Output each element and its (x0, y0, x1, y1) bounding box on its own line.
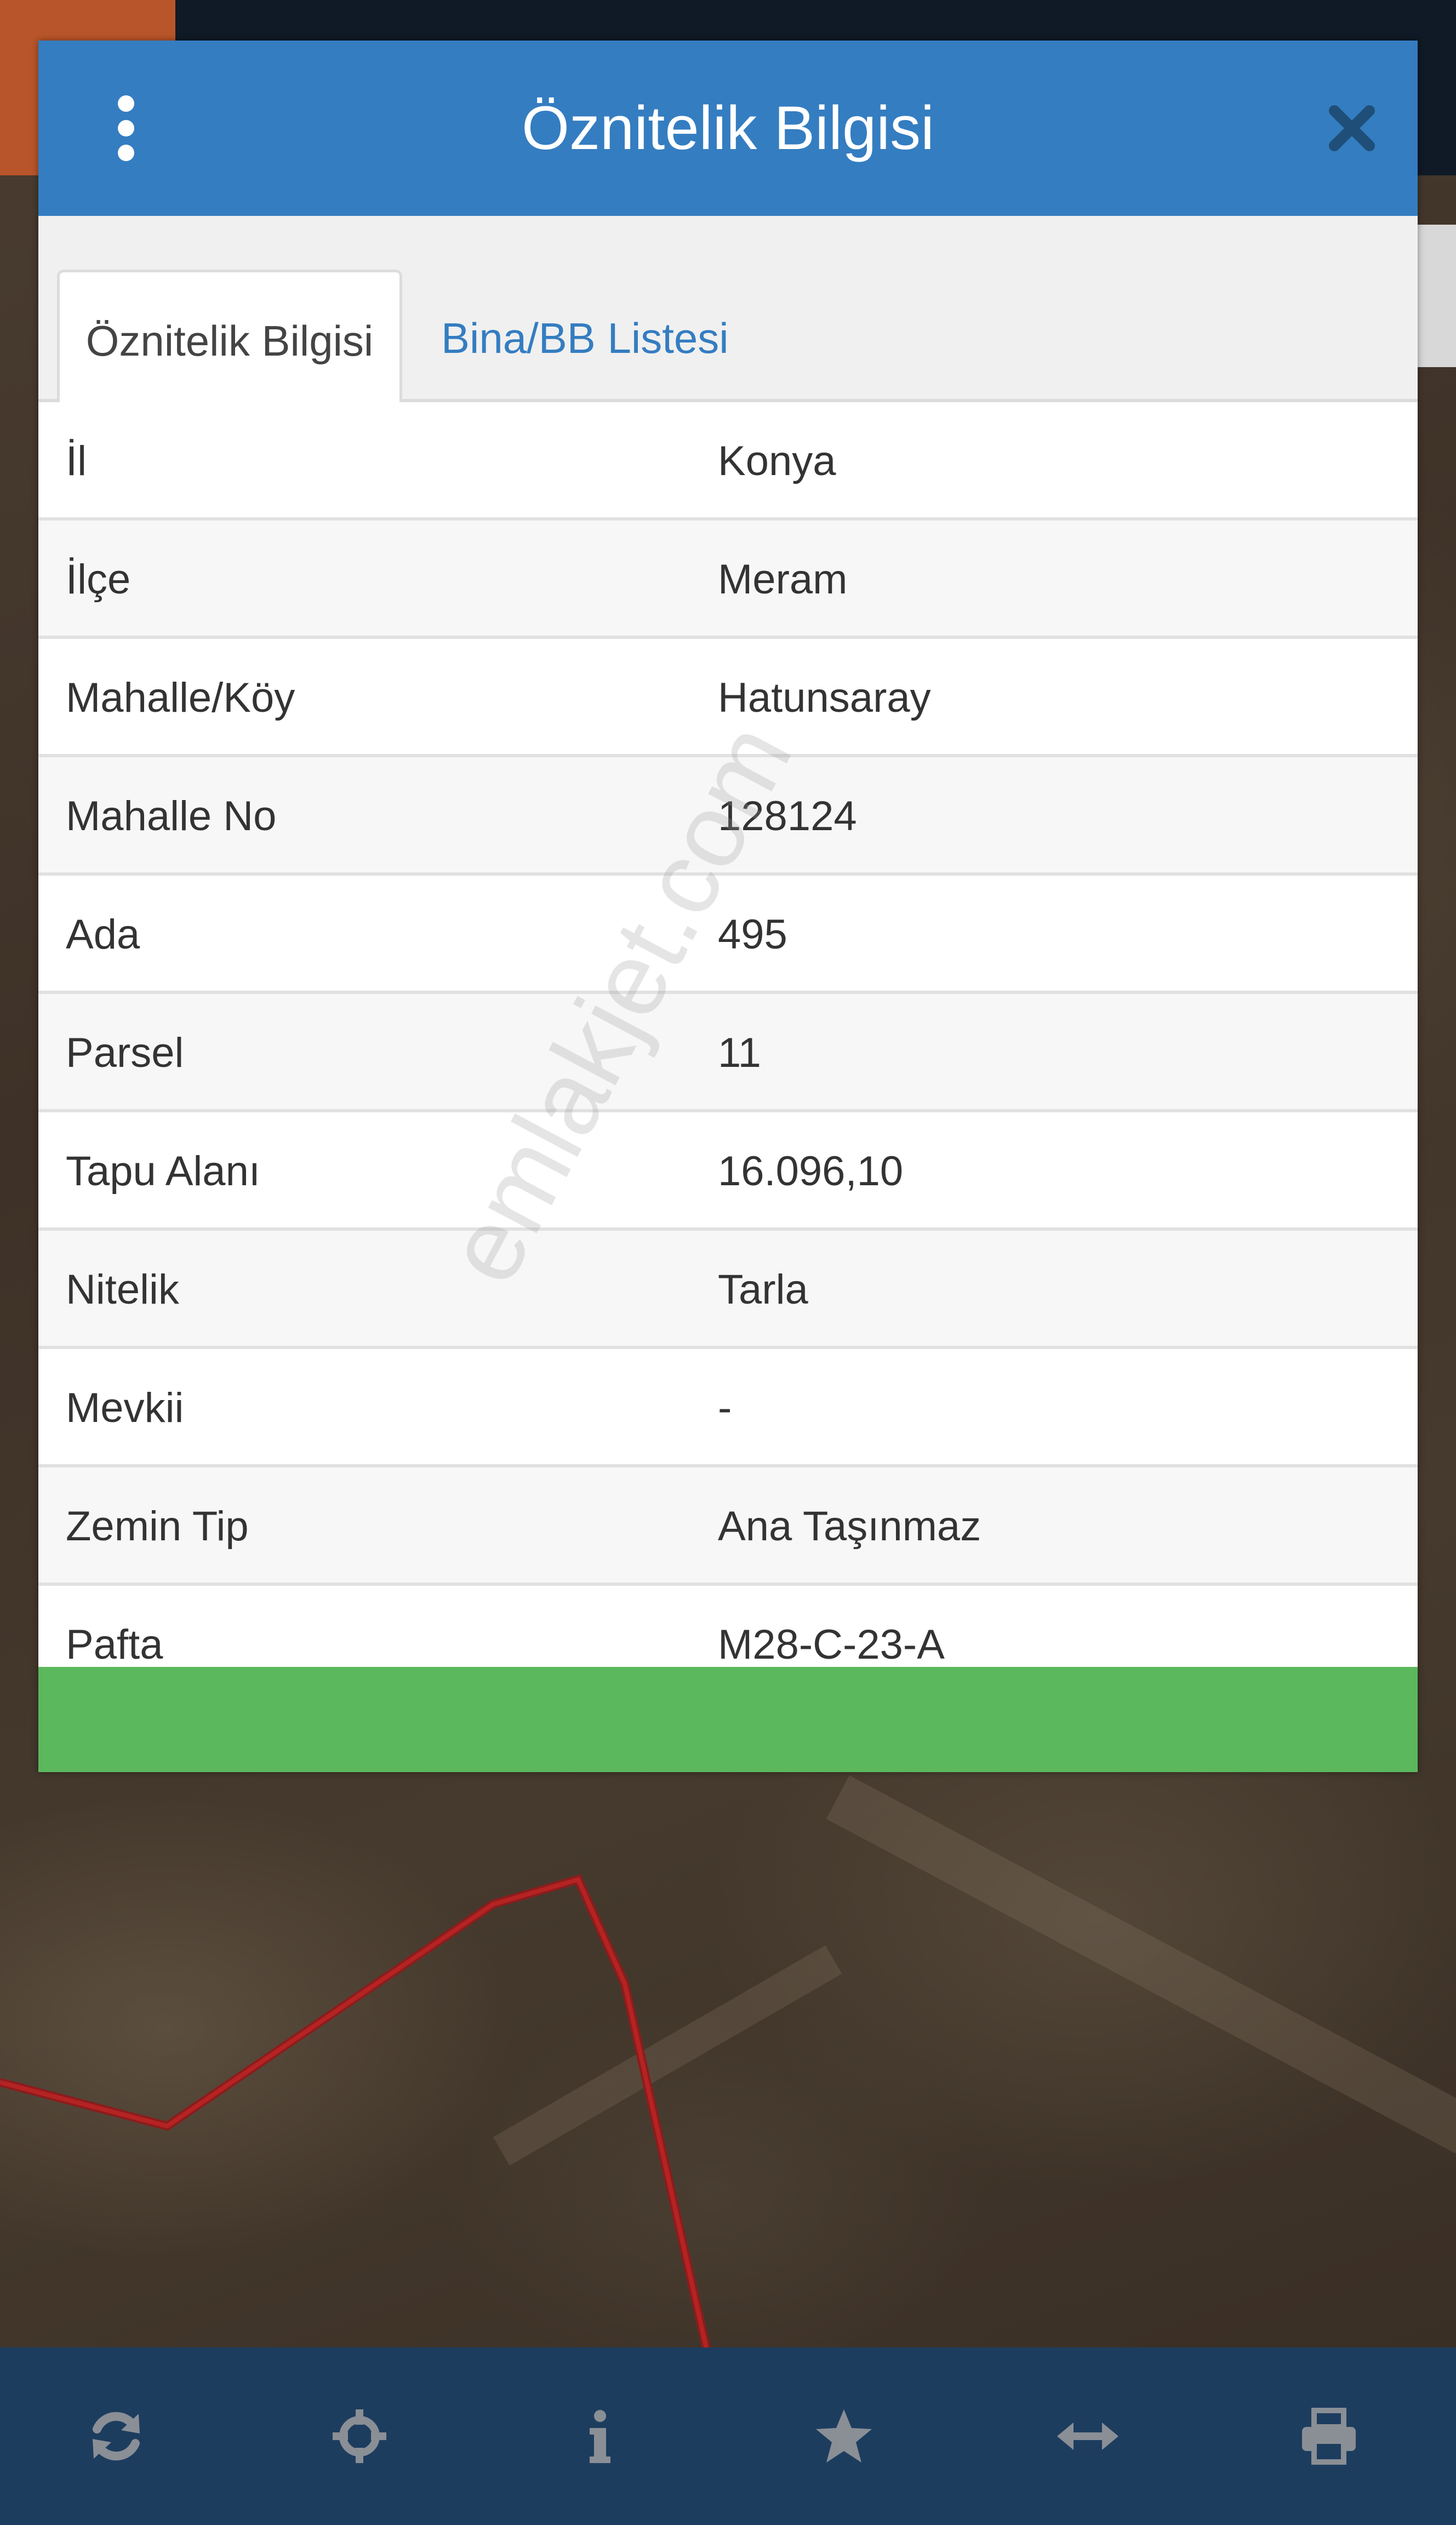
table-row: İl Konya (38, 402, 1418, 521)
attribute-value: Tarla (718, 1266, 808, 1313)
attribute-value: Ana Taşınmaz (718, 1503, 981, 1550)
table-row: Mevkii - (38, 1349, 1418, 1467)
tab-attribute-info[interactable]: Öznitelik Bilgisi (57, 270, 402, 405)
attribute-value: 495 (718, 911, 787, 958)
attribute-key: İlçe (66, 556, 131, 603)
bottom-toolbar (0, 2347, 1456, 2525)
attribute-value: Hatunsaray (718, 675, 931, 721)
attribute-value: Meram (718, 556, 848, 603)
map-side-control[interactable] (1418, 225, 1456, 367)
attribute-key: Mahalle/Köy (66, 675, 295, 721)
table-row: Tapu Alanı 16.096,10 (38, 1112, 1418, 1231)
attribute-key: Nitelik (66, 1266, 179, 1313)
attribute-key: Mahalle No (66, 793, 277, 839)
attribute-value: 128124 (718, 793, 857, 839)
attribute-key: Zemin Tip (66, 1503, 249, 1550)
dialog-title: Öznitelik Bilgisi (521, 94, 935, 162)
tab-building-list[interactable]: Bina/BB Listesi (441, 270, 729, 402)
print-icon[interactable] (1274, 2347, 1384, 2525)
dialog-header: Öznitelik Bilgisi (38, 41, 1418, 216)
locate-crosshair-icon[interactable] (305, 2347, 414, 2525)
attribute-key: Mevkii (66, 1385, 184, 1431)
attribute-info-dialog: Öznitelik Bilgisi Öznitelik Bilgisi Bina… (38, 41, 1418, 1772)
table-row: Parsel 11 (38, 994, 1418, 1112)
info-icon[interactable] (545, 2347, 655, 2525)
attribute-table: İl Konya İlçe Meram Mahalle/Köy Hatunsar… (38, 402, 1418, 1704)
attribute-key: İl (66, 438, 87, 484)
attribute-value: 11 (718, 1030, 761, 1076)
table-row: Zemin Tip Ana Taşınmaz (38, 1467, 1418, 1586)
table-row: İlçe Meram (38, 521, 1418, 639)
close-icon[interactable] (1324, 101, 1379, 156)
tab-bar: Öznitelik Bilgisi Bina/BB Listesi (38, 216, 1418, 405)
dialog-footer-bar (38, 1667, 1418, 1772)
table-row: Nitelik Tarla (38, 1231, 1418, 1349)
attribute-value: Konya (718, 438, 836, 484)
star-icon[interactable] (789, 2347, 899, 2525)
attribute-value: 16.096,10 (718, 1148, 904, 1195)
measure-arrows-icon[interactable] (1033, 2347, 1143, 2525)
refresh-icon[interactable] (61, 2347, 171, 2525)
attribute-value: - (718, 1385, 732, 1431)
parcel-boundary (0, 1874, 711, 2351)
